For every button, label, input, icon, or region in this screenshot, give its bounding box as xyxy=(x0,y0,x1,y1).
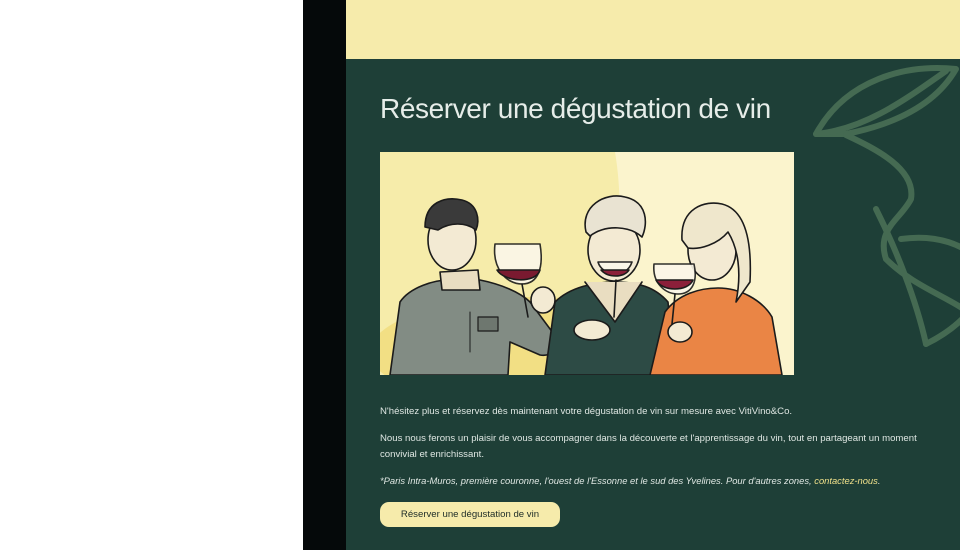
service-area-text: *Paris Intra-Muros, première couronne, l… xyxy=(380,475,815,486)
service-area-note: *Paris Intra-Muros, première couronne, l… xyxy=(380,475,950,486)
booking-section: Réserver une dégustation de vin N'hésite… xyxy=(346,0,960,550)
book-tasting-button[interactable]: Réserver une dégustation de vin xyxy=(380,502,560,527)
content-panel: Réserver une dégustation de vin N'hésite… xyxy=(346,59,960,550)
intro-paragraph: N'hésitez plus et réservez dès maintenan… xyxy=(380,406,793,417)
description-paragraph: Nous nous ferons un plaisir de vous acco… xyxy=(380,433,917,460)
wine-tasting-illustration xyxy=(380,152,794,375)
service-area-end: . xyxy=(877,475,881,486)
contact-link[interactable]: contactez-nous xyxy=(814,475,878,486)
dark-side-strip xyxy=(303,0,346,550)
page-title: Réserver une dégustation de vin xyxy=(380,93,771,124)
leaf-decoration-icon xyxy=(813,65,960,347)
top-band xyxy=(346,0,960,59)
page-margin-left xyxy=(0,0,303,550)
